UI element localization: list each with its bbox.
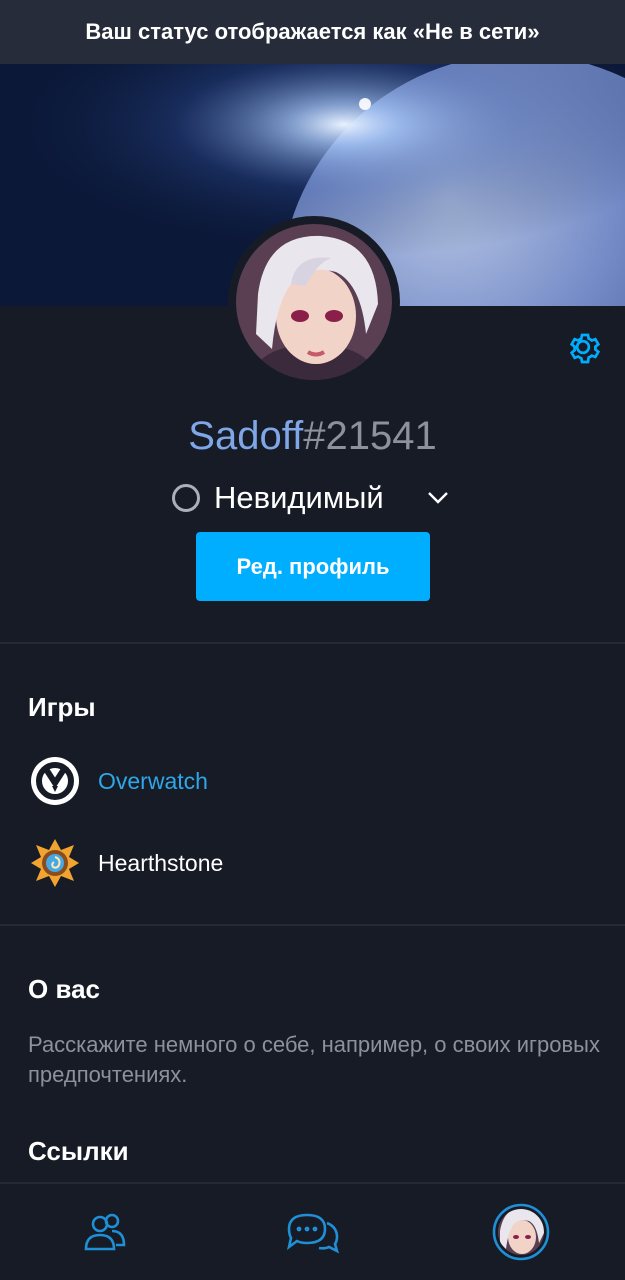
friends-icon	[84, 1213, 126, 1251]
username-tag: #21541	[303, 414, 437, 458]
edit-profile-button[interactable]: Ред. профиль	[196, 532, 430, 601]
profile-avatar-icon	[492, 1203, 550, 1261]
game-label-overwatch: Overwatch	[98, 768, 208, 794]
about-section-title: О вас	[28, 974, 101, 1004]
presence-selector[interactable]: Невидимый	[170, 472, 460, 524]
nav-item-friends[interactable]	[40, 1184, 170, 1280]
status-banner: Ваш статус отображается как «Не в сети»	[0, 0, 625, 64]
links-section-title: Ссылки	[28, 1136, 129, 1166]
hearthstone-logo-icon	[31, 839, 79, 887]
divider	[0, 924, 625, 926]
overwatch-logo-icon	[31, 757, 79, 805]
chat-icon	[286, 1213, 340, 1254]
nav-item-profile[interactable]	[456, 1184, 586, 1280]
status-banner-text: Ваш статус отображается как «Не в сети»	[85, 19, 540, 44]
chevron-down-icon	[428, 492, 448, 504]
divider	[0, 642, 625, 644]
game-item-overwatch[interactable]: Overwatch	[0, 742, 625, 822]
profile-avatar[interactable]	[236, 224, 392, 380]
about-placeholder[interactable]: Расскажите немного о себе, например, о с…	[28, 1030, 608, 1090]
presence-label: Невидимый	[214, 480, 384, 515]
nav-item-chat[interactable]	[248, 1184, 378, 1280]
presence-status-icon	[172, 484, 200, 512]
username: Sadoff#21541	[0, 408, 625, 464]
gear-icon	[569, 333, 601, 364]
settings-button[interactable]	[560, 324, 606, 370]
game-item-hearthstone[interactable]: Hearthstone	[0, 824, 625, 904]
games-section-title: Игры	[28, 692, 96, 722]
username-name: Sadoff	[188, 414, 304, 458]
bottom-navigation	[0, 1182, 625, 1280]
game-label-hearthstone: Hearthstone	[98, 850, 224, 876]
